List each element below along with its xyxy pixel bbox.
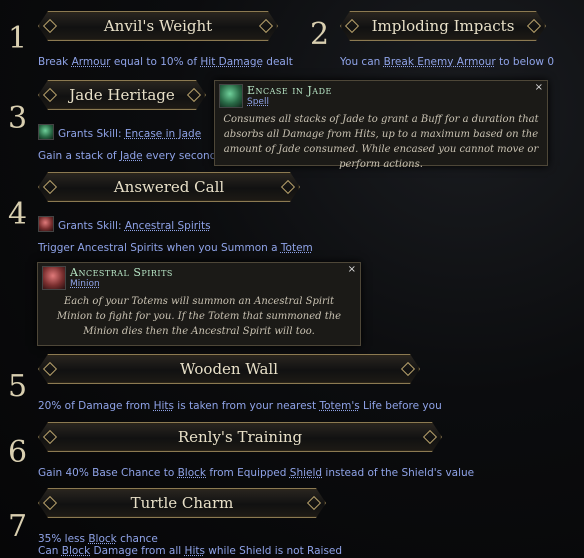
tooltip-encase-in-jade: Encase in Jade Spell × Consumes all stac… <box>214 80 548 170</box>
desc-text: Gain a stack of <box>38 150 120 162</box>
desc-text: Can <box>38 545 62 557</box>
tooltip-titles: Ancestral Spirits Minion <box>70 263 173 289</box>
tooltip-title: Encase in Jade <box>247 84 332 97</box>
desc-text: Life before you <box>359 400 442 412</box>
keyword-shield[interactable]: Shield <box>290 467 322 479</box>
keyword-block[interactable]: Block <box>88 533 116 545</box>
turtle-charm-desc: 35% less Block chance <box>38 533 158 545</box>
close-icon[interactable]: × <box>348 264 356 275</box>
anvils-weight-desc: Break Armour equal to 10% of Hit Damage … <box>38 56 293 68</box>
keyword-hits[interactable]: Hits <box>185 545 205 557</box>
desc-text: chance <box>116 533 158 545</box>
keyword-totems[interactable]: Totem's <box>319 400 359 412</box>
grant-prefix: Grants Skill: <box>58 220 125 232</box>
renlys-training-desc: Gain 40% Base Chance to Block from Equip… <box>38 467 474 479</box>
desc-text: instead of the Shield's value <box>322 467 475 479</box>
tooltip-ancestral-spirits: Ancestral Spirits Minion × Each of your … <box>37 262 361 346</box>
notable-jade-heritage-banner[interactable]: Jade Heritage <box>38 80 206 110</box>
close-icon[interactable]: × <box>535 82 543 93</box>
desc-text: equal to 10% of <box>110 56 201 68</box>
desc-text: Damage from all <box>90 545 185 557</box>
skill-link-ancestral-spirits[interactable]: Ancestral Spirits <box>125 220 211 232</box>
notable-answered-call-banner[interactable]: Answered Call <box>38 172 300 202</box>
tooltip-title: Ancestral Spirits <box>70 266 173 279</box>
keyword-block[interactable]: Block <box>62 545 90 557</box>
keyword-block[interactable]: Block <box>178 467 206 479</box>
wooden-wall-desc: 20% of Damage from Hits is taken from yo… <box>38 400 442 412</box>
tooltip-subtitle[interactable]: Spell <box>247 97 332 107</box>
grant-prefix: Grants Skill: <box>58 128 125 140</box>
ancestral-spirits-icon <box>38 216 54 232</box>
step-number-1: 1 <box>8 21 28 56</box>
keyword-break-enemy-armour[interactable]: Break Enemy Armour <box>384 56 496 68</box>
desc-text: You can <box>340 56 384 68</box>
imploding-impacts-desc: You can Break Enemy Armour to below 0 <box>340 56 554 68</box>
encase-in-jade-icon <box>38 124 54 140</box>
desc-text: is taken from your nearest <box>173 400 320 412</box>
tooltip-header: Encase in Jade Spell × <box>215 81 547 109</box>
desc-text: Break <box>38 56 72 68</box>
notable-imploding-impacts-banner[interactable]: Imploding Impacts <box>340 11 546 41</box>
notable-wooden-wall-banner[interactable]: Wooden Wall <box>38 354 420 384</box>
step-number-4: 4 <box>8 197 28 232</box>
tooltip-subtitle[interactable]: Minion <box>70 279 173 289</box>
keyword-totem[interactable]: Totem <box>281 242 313 254</box>
keyword-hit-damage[interactable]: Hit Damage <box>200 56 263 68</box>
notable-turtle-charm-banner[interactable]: Turtle Charm <box>38 488 326 518</box>
keyword-jade[interactable]: Jade <box>120 150 143 162</box>
answered-call-desc: Trigger Ancestral Spirits when you Summo… <box>38 242 313 254</box>
turtle-charm-desc-2: Can Block Damage from all Hits while Shi… <box>38 545 342 557</box>
notable-renlys-training-banner[interactable]: Renly's Training <box>38 422 442 452</box>
desc-text: dealt <box>262 56 293 68</box>
desc-text: 20% of Damage from <box>38 400 154 412</box>
tooltip-header: Ancestral Spirits Minion × <box>38 263 360 291</box>
tooltip-titles: Encase in Jade Spell <box>247 81 332 107</box>
answered-call-grant: Grants Skill: Ancestral Spirits <box>38 216 211 232</box>
step-number-3: 3 <box>8 101 28 136</box>
desc-text: from Equipped <box>206 467 290 479</box>
desc-text: to below 0 <box>495 56 555 68</box>
step-number-5: 5 <box>8 369 28 404</box>
desc-text: Gain 40% Base Chance to <box>38 467 178 479</box>
tooltip-body: Each of your Totems will summon an Ances… <box>56 296 342 337</box>
encase-in-jade-icon <box>219 84 243 108</box>
jade-heritage-desc: Gain a stack of Jade every second <box>38 150 216 162</box>
step-number-7: 7 <box>8 509 28 544</box>
desc-text: every second <box>142 150 217 162</box>
step-number-2: 2 <box>310 17 330 52</box>
ancestral-spirits-icon <box>42 266 66 290</box>
desc-text: Trigger Ancestral Spirits when you Summo… <box>38 242 281 254</box>
jade-heritage-grant: Grants Skill: Encase in Jade <box>38 124 201 140</box>
desc-text: 35% less <box>38 533 89 545</box>
step-number-6: 6 <box>8 435 28 470</box>
notable-anvils-weight-banner[interactable]: Anvil's Weight <box>38 11 278 41</box>
keyword-hits[interactable]: Hits <box>154 400 174 412</box>
keyword-armour[interactable]: Armour <box>72 56 111 68</box>
skill-link-encase-in-jade[interactable]: Encase in Jade <box>125 128 201 140</box>
tooltip-body: Consumes all stacks of Jade to grant a B… <box>223 114 539 170</box>
desc-text: while Shield is not Raised <box>204 545 343 557</box>
